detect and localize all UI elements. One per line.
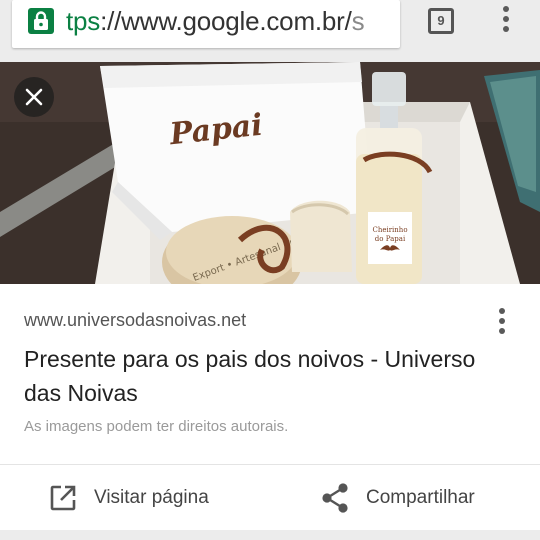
url-host: ://www.google.com.br/ (100, 6, 352, 36)
result-title[interactable]: Presente para os pais dos noivos - Unive… (24, 342, 494, 410)
browser-menu-icon[interactable] (498, 6, 514, 36)
share-label: Compartilhar (366, 487, 475, 508)
address-bar[interactable]: tps://www.google.com.br/s (12, 0, 400, 48)
close-icon (25, 88, 43, 106)
bottle-label-line1: Cheirinho (372, 226, 407, 234)
copyright-notice: As imagens podem ter direitos autorais. (24, 418, 289, 435)
open-external-icon (50, 485, 76, 511)
image-result-card: www.universodasnoivas.net Presente para … (0, 284, 540, 530)
tab-switcher-button[interactable]: 9 (428, 8, 454, 34)
browser-toolbar: tps://www.google.com.br/s 9 (0, 0, 540, 62)
lock-icon[interactable] (28, 8, 54, 34)
share-button[interactable]: Compartilhar (320, 478, 475, 518)
visit-page-label: Visitar página (94, 487, 209, 508)
more-options-icon[interactable] (494, 306, 510, 340)
url-scheme: tps (66, 6, 101, 36)
url-path: s (351, 6, 365, 36)
gift-box-photo: Papai Export • Artesanal Bra Cheirinho d… (0, 62, 540, 284)
bottle-label-line2: do Papai (375, 235, 406, 243)
image-preview[interactable]: Papai Export • Artesanal Bra Cheirinho d… (0, 62, 540, 284)
url-text: tps://www.google.com.br/s (66, 4, 365, 38)
source-domain[interactable]: www.universodasnoivas.net (24, 310, 246, 331)
divider (0, 464, 540, 465)
close-preview-button[interactable] (14, 77, 54, 117)
share-icon (322, 483, 348, 513)
visit-page-button[interactable]: Visitar página (48, 478, 209, 518)
